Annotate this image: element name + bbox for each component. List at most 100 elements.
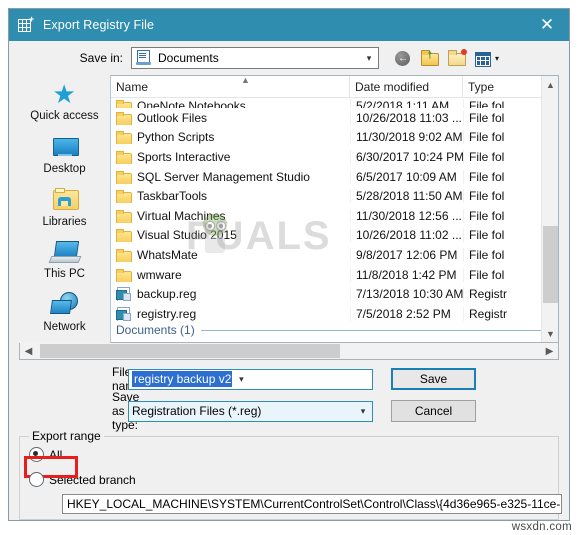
column-header-type[interactable]: Type bbox=[463, 76, 521, 97]
table-row[interactable]: TaskbarTools 5/28/2018 11:50 AM File fol bbox=[111, 186, 558, 206]
up-one-level-icon[interactable]: ↑ bbox=[420, 48, 441, 69]
sidebar-item-label: Desktop bbox=[43, 162, 86, 175]
table-row[interactable]: Virtual Machines 11/30/2018 12:56 ... File… bbox=[111, 206, 558, 226]
scroll-down-icon[interactable]: ▼ bbox=[542, 325, 558, 342]
file-name: TaskbarTools bbox=[137, 189, 208, 204]
radio-selected-branch-label: Selected branch bbox=[49, 472, 136, 487]
table-row[interactable]: Outlook Files 10/26/2018 11:03 ... File fo… bbox=[111, 108, 558, 128]
file-rows-viewport: OneNote Notebooks 5/2/2018 1:11 AM File … bbox=[111, 98, 558, 342]
sidebar-item-desktop[interactable]: Desktop bbox=[21, 132, 109, 184]
branch-path-value: HKEY_LOCAL_MACHINE\SYSTEM\CurrentControl… bbox=[67, 497, 562, 511]
new-folder-icon[interactable] bbox=[447, 48, 468, 69]
table-row[interactable]: backup.reg 7/13/2018 10:30 AM Registr bbox=[111, 284, 558, 304]
export-registry-file-dialog: + Export Registry File ✕ Save in: Docume… bbox=[8, 8, 570, 521]
file-name: WhatsMate bbox=[137, 247, 198, 262]
sidebar-item-this-pc[interactable]: This PC bbox=[21, 237, 109, 289]
file-type: File fol bbox=[463, 189, 521, 204]
table-row[interactable]: Visual Studio 2015 10/26/2018 11:02 ... Fi… bbox=[111, 226, 558, 246]
registry-editor-icon: + bbox=[18, 15, 34, 33]
radio-all[interactable]: All bbox=[29, 447, 558, 462]
sidebar-item-label: Libraries bbox=[42, 215, 87, 228]
file-type: File fol bbox=[463, 110, 521, 125]
sidebar-item-label: This PC bbox=[44, 268, 85, 281]
vertical-scroll-thumb[interactable] bbox=[543, 226, 558, 303]
save-in-row: Save in: Documents ▾ ← ↑ ▾ bbox=[9, 41, 569, 75]
folder-icon bbox=[116, 131, 132, 145]
file-date: 5/2/2018 1:11 AM bbox=[350, 99, 463, 108]
table-row[interactable]: SQL Server Management Studio 6/5/2017 10:… bbox=[111, 167, 558, 187]
save-as-type-label: Save as type: bbox=[112, 390, 140, 432]
sidebar-item-libraries[interactable]: Libraries bbox=[21, 185, 109, 237]
close-icon[interactable]: ✕ bbox=[525, 9, 569, 41]
radio-selected-branch-button[interactable] bbox=[29, 472, 44, 487]
places-bar: ★ Quick access Desktop Libraries This PC bbox=[19, 75, 111, 343]
scroll-right-icon[interactable]: ▶ bbox=[541, 343, 558, 359]
file-name: Outlook Files bbox=[137, 110, 208, 125]
radio-all-label: All bbox=[49, 447, 63, 462]
column-header-name[interactable]: Name ▲ bbox=[111, 76, 350, 97]
network-globe-icon bbox=[48, 290, 82, 320]
views-icon[interactable]: ▾ bbox=[474, 48, 499, 69]
file-name: Python Scripts bbox=[137, 130, 215, 145]
file-type: File fol bbox=[463, 228, 521, 243]
title-bar: + Export Registry File ✕ bbox=[9, 9, 569, 41]
file-name: backup.reg bbox=[137, 287, 197, 302]
file-date: 11/30/2018 12:56 ... bbox=[350, 208, 463, 223]
file-type: File fol bbox=[463, 149, 521, 164]
file-date: 7/5/2018 2:52 PM bbox=[350, 306, 463, 321]
save-as-type-row: Save as type: Registration Files (*.reg)… bbox=[9, 390, 569, 432]
sidebar-item-label: Network bbox=[43, 321, 86, 334]
file-date: 5/28/2018 11:50 AM bbox=[350, 189, 463, 204]
save-button[interactable]: Save bbox=[391, 368, 476, 390]
cancel-button[interactable]: Cancel bbox=[391, 400, 476, 422]
table-row[interactable]: OneNote Notebooks 5/2/2018 1:11 AM File … bbox=[111, 98, 558, 108]
file-type: File fol bbox=[463, 130, 521, 145]
file-type: Registr bbox=[463, 306, 521, 321]
table-row[interactable]: Sports Interactive 6/30/2017 10:24 PM File… bbox=[111, 147, 558, 167]
sidebar-item-quick-access[interactable]: ★ Quick access bbox=[21, 79, 109, 131]
column-header-row: Name ▲ Date modified Type bbox=[111, 76, 558, 98]
desktop-monitor-icon bbox=[48, 132, 82, 162]
file-date: 10/26/2018 11:03 ... bbox=[350, 110, 463, 125]
dialog-body: Save in: Documents ▾ ← ↑ ▾ ★ Quick acces… bbox=[9, 41, 569, 520]
file-name: SQL Server Management Studio bbox=[137, 169, 310, 184]
column-label: Date modified bbox=[355, 79, 430, 94]
horizontal-scrollbar[interactable]: ◀ ▶ bbox=[19, 343, 559, 360]
export-range-group: Export range All Selected branch HKEY_LO… bbox=[19, 429, 562, 520]
chevron-down-icon[interactable]: ▾ bbox=[354, 406, 372, 417]
sidebar-item-network[interactable]: Network bbox=[21, 290, 109, 342]
chevron-down-icon[interactable]: ▾ bbox=[232, 374, 250, 385]
save-as-type-combobox[interactable]: Registration Files (*.reg) ▾ bbox=[128, 400, 373, 422]
save-in-value: Documents bbox=[158, 51, 219, 65]
file-dialog-toolbar: ← ↑ ▾ bbox=[393, 48, 499, 69]
chevron-down-icon[interactable]: ▾ bbox=[360, 53, 378, 64]
file-list[interactable]: Name ▲ Date modified Type OneNote Notebo… bbox=[111, 75, 559, 343]
vertical-scrollbar[interactable]: ▲ ▼ bbox=[541, 76, 558, 342]
file-type: File fol bbox=[463, 208, 521, 223]
save-as-type-value: Registration Files (*.reg) bbox=[132, 404, 262, 418]
table-row[interactable]: wmware 11/8/2018 1:42 PM File fol bbox=[111, 265, 558, 285]
back-icon[interactable]: ← bbox=[393, 48, 414, 69]
file-type: File fol bbox=[463, 267, 521, 282]
table-row[interactable]: Python Scripts 11/30/2018 9:02 AM File fol bbox=[111, 128, 558, 148]
radio-selected-branch[interactable]: Selected branch bbox=[29, 472, 558, 487]
horizontal-scroll-thumb[interactable] bbox=[40, 344, 340, 358]
scroll-up-icon[interactable]: ▲ bbox=[542, 76, 558, 93]
save-in-combobox[interactable]: Documents ▾ bbox=[131, 47, 379, 69]
group-header: Documents (1) bbox=[111, 324, 558, 337]
column-label: Name bbox=[116, 79, 149, 94]
file-date: 10/26/2018 11:02 ... bbox=[350, 228, 463, 243]
folder-icon bbox=[116, 190, 132, 204]
table-row[interactable]: registry.reg 7/5/2018 2:52 PM Registr bbox=[111, 304, 558, 324]
file-name: registry.reg bbox=[137, 306, 197, 321]
documents-folder-icon bbox=[136, 50, 151, 66]
folder-icon bbox=[116, 111, 132, 125]
column-header-date-modified[interactable]: Date modified bbox=[350, 76, 463, 97]
scroll-left-icon[interactable]: ◀ bbox=[20, 343, 37, 359]
file-date: 6/5/2017 10:09 AM bbox=[350, 169, 463, 184]
branch-path-input[interactable]: HKEY_LOCAL_MACHINE\SYSTEM\CurrentControl… bbox=[62, 494, 562, 514]
table-row[interactable]: WhatsMate 9/8/2017 12:06 PM File fol bbox=[111, 245, 558, 265]
file-name-input[interactable]: registry backup v2 ▾ bbox=[128, 368, 373, 390]
libraries-folder-icon bbox=[48, 185, 82, 215]
radio-all-button[interactable] bbox=[29, 447, 44, 462]
